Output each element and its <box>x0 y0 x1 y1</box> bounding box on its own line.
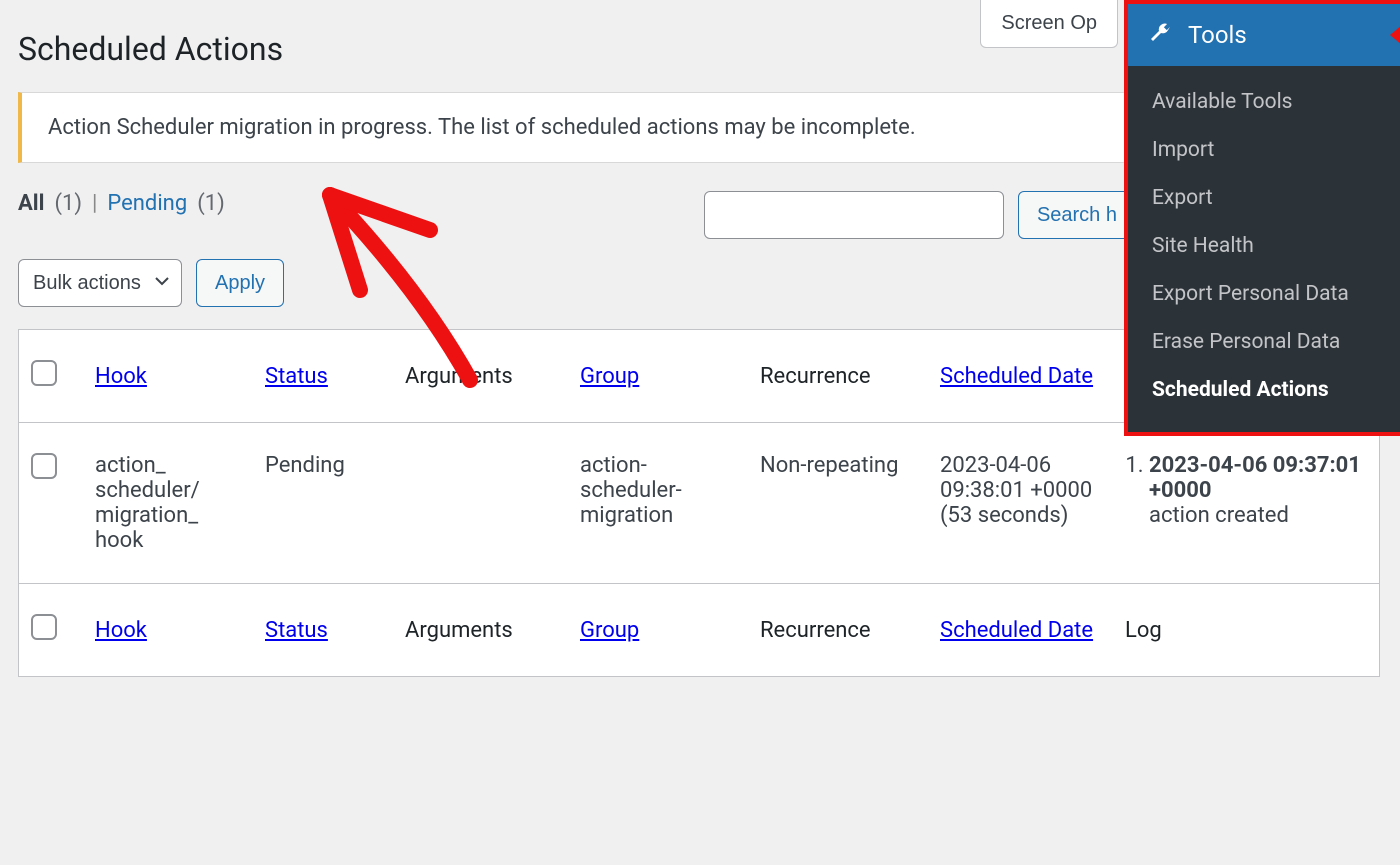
cell-recurrence: Non-​repeating <box>748 423 928 584</box>
col-hook-sort-bottom[interactable]: Hook <box>95 618 147 643</box>
apply-bulk-button[interactable]: Apply <box>196 259 284 307</box>
col-hook-sort[interactable]: Hook <box>95 364 147 389</box>
notice-text: Action Scheduler migration in progress. … <box>48 115 916 140</box>
col-recurrence: Recurrence <box>748 330 928 423</box>
cell-arguments <box>393 423 568 584</box>
tools-menu-item[interactable]: Site Health <box>1128 222 1400 270</box>
tools-menu-item[interactable]: Export Personal Data <box>1128 270 1400 318</box>
log-entry: 2023-04-06 09:37:01 +0000action created <box>1149 453 1367 528</box>
col-group-sort-bottom[interactable]: Group <box>580 618 639 643</box>
select-all-checkbox-top[interactable] <box>31 360 57 386</box>
col-group-sort[interactable]: Group <box>580 364 639 389</box>
filter-all-count: (1) <box>54 191 82 216</box>
screen-options-wrap: Screen Op <box>980 0 1118 48</box>
filter-pending-link[interactable]: Pending <box>107 191 187 216</box>
tools-menu-item[interactable]: Available Tools <box>1128 78 1400 126</box>
cell-group: action-​scheduler-​migration <box>568 423 748 584</box>
col-scheduled-sort-bottom[interactable]: Scheduled Date <box>940 618 1093 643</box>
filter-all-label: All <box>18 191 44 216</box>
status-filter-links: All (1) | Pending (1) <box>18 191 225 216</box>
col-status-sort-bottom[interactable]: Status <box>265 618 328 643</box>
col-arguments: Arguments <box>393 330 568 423</box>
cell-status: Pending <box>253 423 393 584</box>
cell-scheduled: 2023-04-06 09:38:01 +0000 (53 seconds) <box>928 423 1113 584</box>
wrench-icon <box>1148 20 1172 50</box>
col-status-sort[interactable]: Status <box>265 364 328 389</box>
cell-log: 2023-04-06 09:37:01 +0000action created <box>1113 423 1380 584</box>
tools-flyout-title: Tools <box>1188 21 1247 49</box>
flyout-pointer-icon <box>1390 25 1400 45</box>
tools-menu-item[interactable]: Import <box>1128 126 1400 174</box>
filter-pending-count: (1) <box>197 191 225 216</box>
filter-divider: | <box>92 191 97 216</box>
search-input[interactable] <box>704 191 1004 239</box>
table-row: action_​scheduler/​migration_​hookPendin… <box>19 423 1380 584</box>
tools-menu-item[interactable]: Export <box>1128 174 1400 222</box>
col-log-bottom: Log <box>1113 584 1380 677</box>
tools-menu-item[interactable]: Erase Personal Data <box>1128 318 1400 366</box>
search-button[interactable]: Search h <box>1018 191 1136 239</box>
bulk-actions-select[interactable]: Bulk actions <box>18 259 182 307</box>
screen-options-button[interactable]: Screen Op <box>980 0 1118 48</box>
tools-flyout-menu: Tools Available ToolsImportExportSite He… <box>1124 0 1400 436</box>
table-footer-row: Hook Status Arguments Group Recurrence S… <box>19 584 1380 677</box>
row-checkbox[interactable] <box>31 453 57 479</box>
tools-flyout-header[interactable]: Tools <box>1128 4 1400 66</box>
col-recurrence-bottom: Recurrence <box>748 584 928 677</box>
cell-hook: action_​scheduler/​migration_​hook <box>83 423 253 584</box>
select-all-checkbox-bottom[interactable] <box>31 614 57 640</box>
tools-menu-item[interactable]: Scheduled Actions <box>1128 366 1400 414</box>
col-scheduled-sort[interactable]: Scheduled Date <box>940 364 1093 389</box>
col-arguments-bottom: Arguments <box>393 584 568 677</box>
migration-notice: Action Scheduler migration in progress. … <box>18 92 1193 163</box>
